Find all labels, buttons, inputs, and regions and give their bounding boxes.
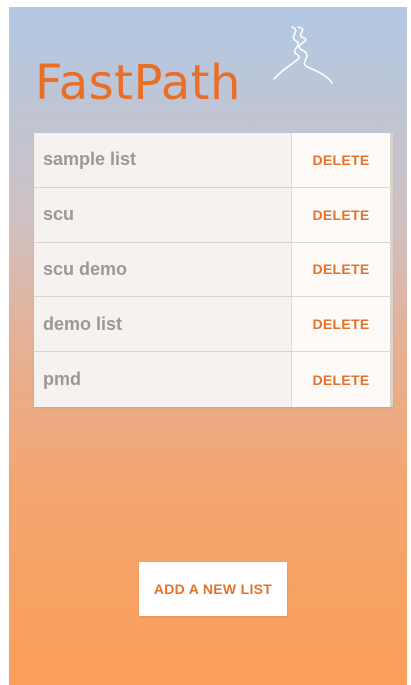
- delete-button[interactable]: DELETE: [291, 187, 393, 242]
- list-item-name[interactable]: scu demo: [34, 242, 291, 297]
- app-title: FastPath: [35, 55, 241, 111]
- app-screen: FastPath sample list DELETE scu DELETE s…: [9, 7, 407, 685]
- list-item[interactable]: scu demo DELETE: [34, 242, 393, 298]
- list-item[interactable]: sample list DELETE: [34, 133, 393, 188]
- delete-button[interactable]: DELETE: [291, 242, 393, 297]
- list-item-name[interactable]: pmd: [34, 352, 291, 407]
- list-item[interactable]: demo list DELETE: [34, 297, 393, 353]
- list-item-name[interactable]: demo list: [34, 297, 291, 352]
- delete-button[interactable]: DELETE: [291, 297, 393, 352]
- winding-path-icon: [273, 26, 333, 84]
- list-item-name[interactable]: sample list: [34, 133, 291, 187]
- delete-button[interactable]: DELETE: [291, 352, 393, 407]
- delete-button[interactable]: DELETE: [291, 133, 393, 187]
- list-item-name[interactable]: scu: [34, 187, 291, 242]
- list-item[interactable]: scu DELETE: [34, 187, 393, 243]
- add-new-list-button[interactable]: ADD A NEW LIST: [139, 562, 287, 616]
- saved-lists: sample list DELETE scu DELETE scu demo D…: [34, 133, 393, 407]
- list-item[interactable]: pmd DELETE: [34, 352, 393, 407]
